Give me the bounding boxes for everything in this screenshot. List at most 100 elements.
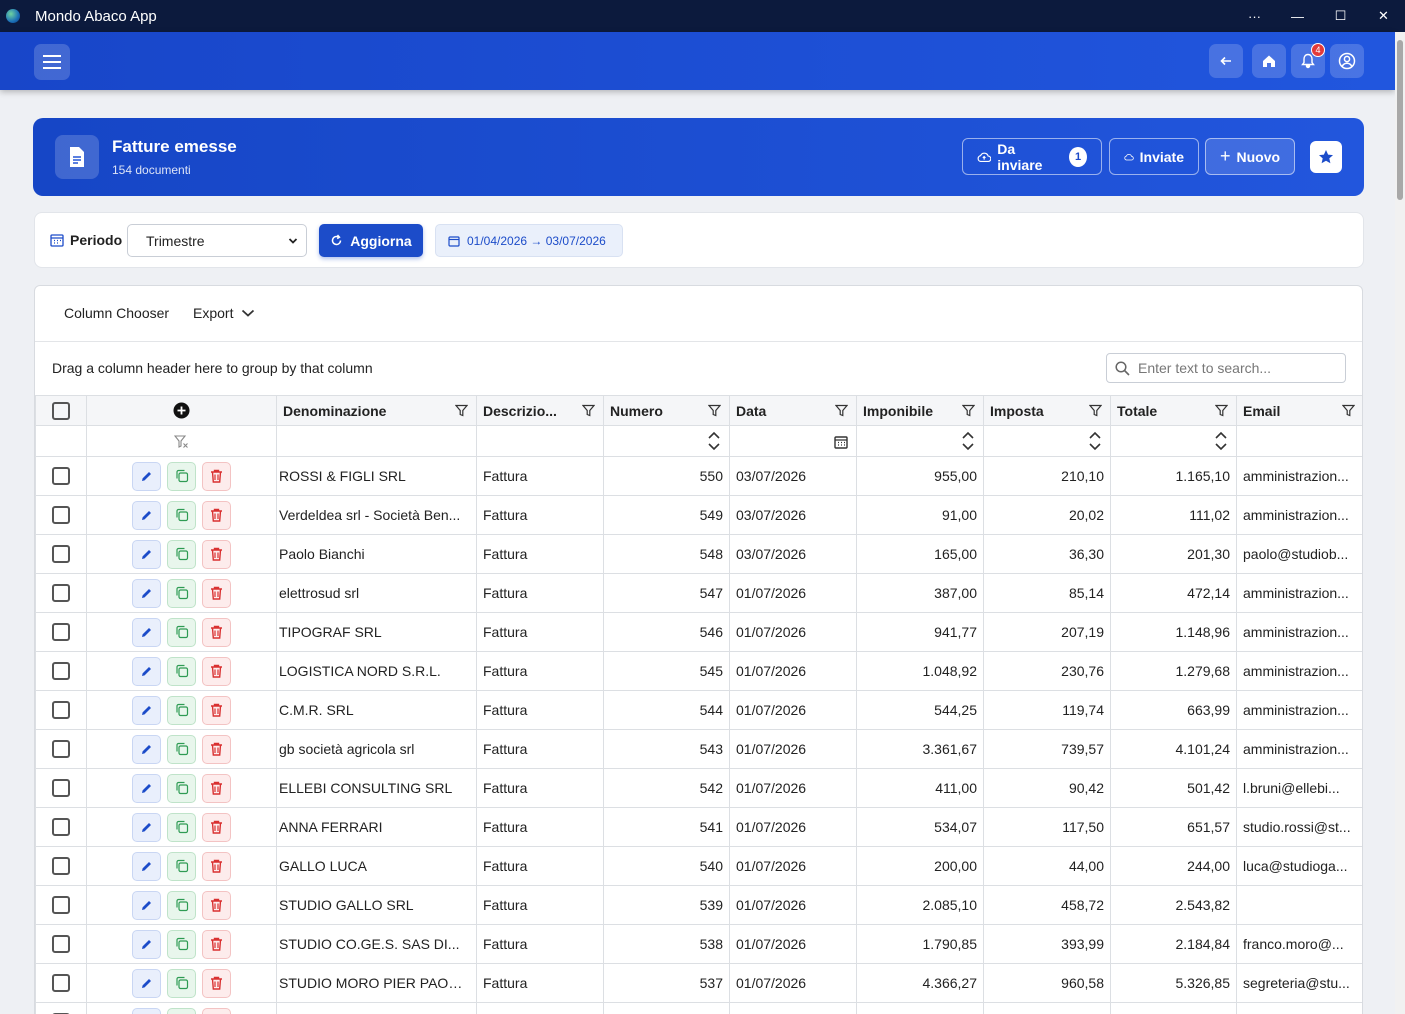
filter-cell-email[interactable] <box>1236 425 1362 457</box>
column-chooser-button[interactable]: Column Chooser <box>64 305 169 321</box>
edit-button[interactable] <box>132 695 161 725</box>
duplicate-button[interactable] <box>167 695 196 725</box>
row-checkbox[interactable] <box>52 662 70 680</box>
duplicate-button[interactable] <box>167 929 196 959</box>
delete-button[interactable] <box>202 539 231 569</box>
row-checkbox[interactable] <box>52 935 70 953</box>
date-range-badge[interactable]: 01/04/2026 → 03/07/2026 <box>435 224 623 257</box>
filter-icon[interactable] <box>961 404 976 420</box>
row-checkbox[interactable] <box>52 506 70 524</box>
menu-button[interactable] <box>34 44 70 80</box>
calendar-icon[interactable] <box>834 435 848 449</box>
edit-button[interactable] <box>132 890 161 920</box>
column-header-imposta[interactable]: Imposta <box>983 395 1111 426</box>
edit-button[interactable] <box>132 812 161 842</box>
table-row[interactable]: gb società agricola srl Fattura 543 01/07/2… <box>35 729 1362 769</box>
row-checkbox[interactable] <box>52 857 70 875</box>
edit-button[interactable] <box>132 1007 161 1014</box>
column-header-numero[interactable]: Numero <box>603 395 730 426</box>
table-row[interactable]: ROSSI & FIGLI SRL Fattura 550 03/07/2026 955… <box>35 456 1362 496</box>
grid-search-input[interactable]: Enter text to search... <box>1106 353 1346 383</box>
filter-icon[interactable] <box>1341 404 1356 420</box>
edit-button[interactable] <box>132 734 161 764</box>
range-filter-icon[interactable] <box>961 431 975 451</box>
minimize-button[interactable]: — <box>1276 0 1319 32</box>
export-button[interactable]: Export <box>193 305 255 321</box>
table-row[interactable]: STUDIO GALLO SRL Fattura 539 01/07/2026 2.08… <box>35 885 1362 925</box>
row-checkbox[interactable] <box>52 701 70 719</box>
delete-button[interactable] <box>202 851 231 881</box>
filter-cell-totale[interactable] <box>1110 425 1237 457</box>
filter-cell-numero[interactable] <box>603 425 730 457</box>
to-send-button[interactable]: Da inviare 1 <box>962 138 1102 175</box>
filter-icon[interactable] <box>454 404 469 420</box>
table-row[interactable]: STUDIO MORO PIER PAOLO... Fattura 537 01/07… <box>35 963 1362 1003</box>
column-header-imponibile[interactable]: Imponibile <box>856 395 984 426</box>
filter-icon[interactable] <box>1088 404 1103 420</box>
row-checkbox[interactable] <box>52 896 70 914</box>
row-checkbox[interactable] <box>52 584 70 602</box>
account-button[interactable] <box>1330 44 1364 78</box>
duplicate-button[interactable] <box>167 461 196 491</box>
delete-button[interactable] <box>202 617 231 647</box>
filter-icon[interactable] <box>581 404 596 420</box>
row-checkbox[interactable] <box>52 545 70 563</box>
table-row[interactable]: TIPOGRAF SRL Fattura 546 01/07/2026 941,77 20… <box>35 612 1362 652</box>
edit-button[interactable] <box>132 773 161 803</box>
edit-button[interactable] <box>132 500 161 530</box>
duplicate-button[interactable] <box>167 773 196 803</box>
delete-button[interactable] <box>202 1007 231 1014</box>
filter-icon[interactable] <box>707 404 722 420</box>
filter-cell-denominazione[interactable] <box>276 425 477 457</box>
new-document-button[interactable]: + Nuovo <box>1205 138 1295 175</box>
page-scrollbar[interactable] <box>1395 32 1405 1014</box>
delete-button[interactable] <box>202 578 231 608</box>
table-row[interactable]: Verdeldea srl - Società Ben... Fattura 549… <box>35 495 1362 535</box>
duplicate-button[interactable] <box>167 851 196 881</box>
add-circle-icon[interactable] <box>173 402 190 419</box>
filter-cell-imponibile[interactable] <box>856 425 984 457</box>
delete-button[interactable] <box>202 773 231 803</box>
duplicate-button[interactable] <box>167 500 196 530</box>
edit-button[interactable] <box>132 617 161 647</box>
edit-button[interactable] <box>132 461 161 491</box>
table-row[interactable]: Paolo Bianchi Fattura 548 03/07/2026 165,00 3… <box>35 534 1362 574</box>
column-header-email[interactable]: Email <box>1236 395 1362 426</box>
row-checkbox[interactable] <box>52 818 70 836</box>
home-button[interactable] <box>1252 44 1286 78</box>
filter-icon[interactable] <box>834 404 849 420</box>
edit-button[interactable] <box>132 578 161 608</box>
select-all-checkbox[interactable] <box>52 401 70 420</box>
duplicate-button[interactable] <box>167 890 196 920</box>
edit-button[interactable] <box>132 851 161 881</box>
duplicate-button[interactable] <box>167 539 196 569</box>
scrollbar-thumb[interactable] <box>1397 40 1403 200</box>
edit-button[interactable] <box>132 539 161 569</box>
delete-button[interactable] <box>202 500 231 530</box>
duplicate-button[interactable] <box>167 812 196 842</box>
close-window-button[interactable]: ✕ <box>1362 0 1405 32</box>
delete-button[interactable] <box>202 812 231 842</box>
table-row[interactable] <box>35 1002 1362 1014</box>
more-options-button[interactable]: ··· <box>1233 0 1276 32</box>
delete-button[interactable] <box>202 695 231 725</box>
edit-button[interactable] <box>132 656 161 686</box>
edit-button[interactable] <box>132 929 161 959</box>
duplicate-button[interactable] <box>167 578 196 608</box>
range-filter-icon[interactable] <box>1214 431 1228 451</box>
table-row[interactable]: ELLEBI CONSULTING SRL Fattura 542 01/07/202… <box>35 768 1362 808</box>
duplicate-button[interactable] <box>167 656 196 686</box>
filter-cell-imposta[interactable] <box>983 425 1111 457</box>
row-checkbox[interactable] <box>52 779 70 797</box>
row-checkbox[interactable] <box>52 467 70 485</box>
clear-filter-icon[interactable] <box>173 435 189 449</box>
range-filter-icon[interactable] <box>1088 431 1102 451</box>
duplicate-button[interactable] <box>167 1007 196 1014</box>
column-header-totale[interactable]: Totale <box>1110 395 1237 426</box>
table-row[interactable]: STUDIO CO.GE.S. SAS DI... Fattura 538 01/07… <box>35 924 1362 964</box>
delete-button[interactable] <box>202 656 231 686</box>
favorite-button[interactable] <box>1310 141 1342 173</box>
duplicate-button[interactable] <box>167 968 196 998</box>
delete-button[interactable] <box>202 890 231 920</box>
column-header-descrizione[interactable]: Descrizio... <box>476 395 604 426</box>
